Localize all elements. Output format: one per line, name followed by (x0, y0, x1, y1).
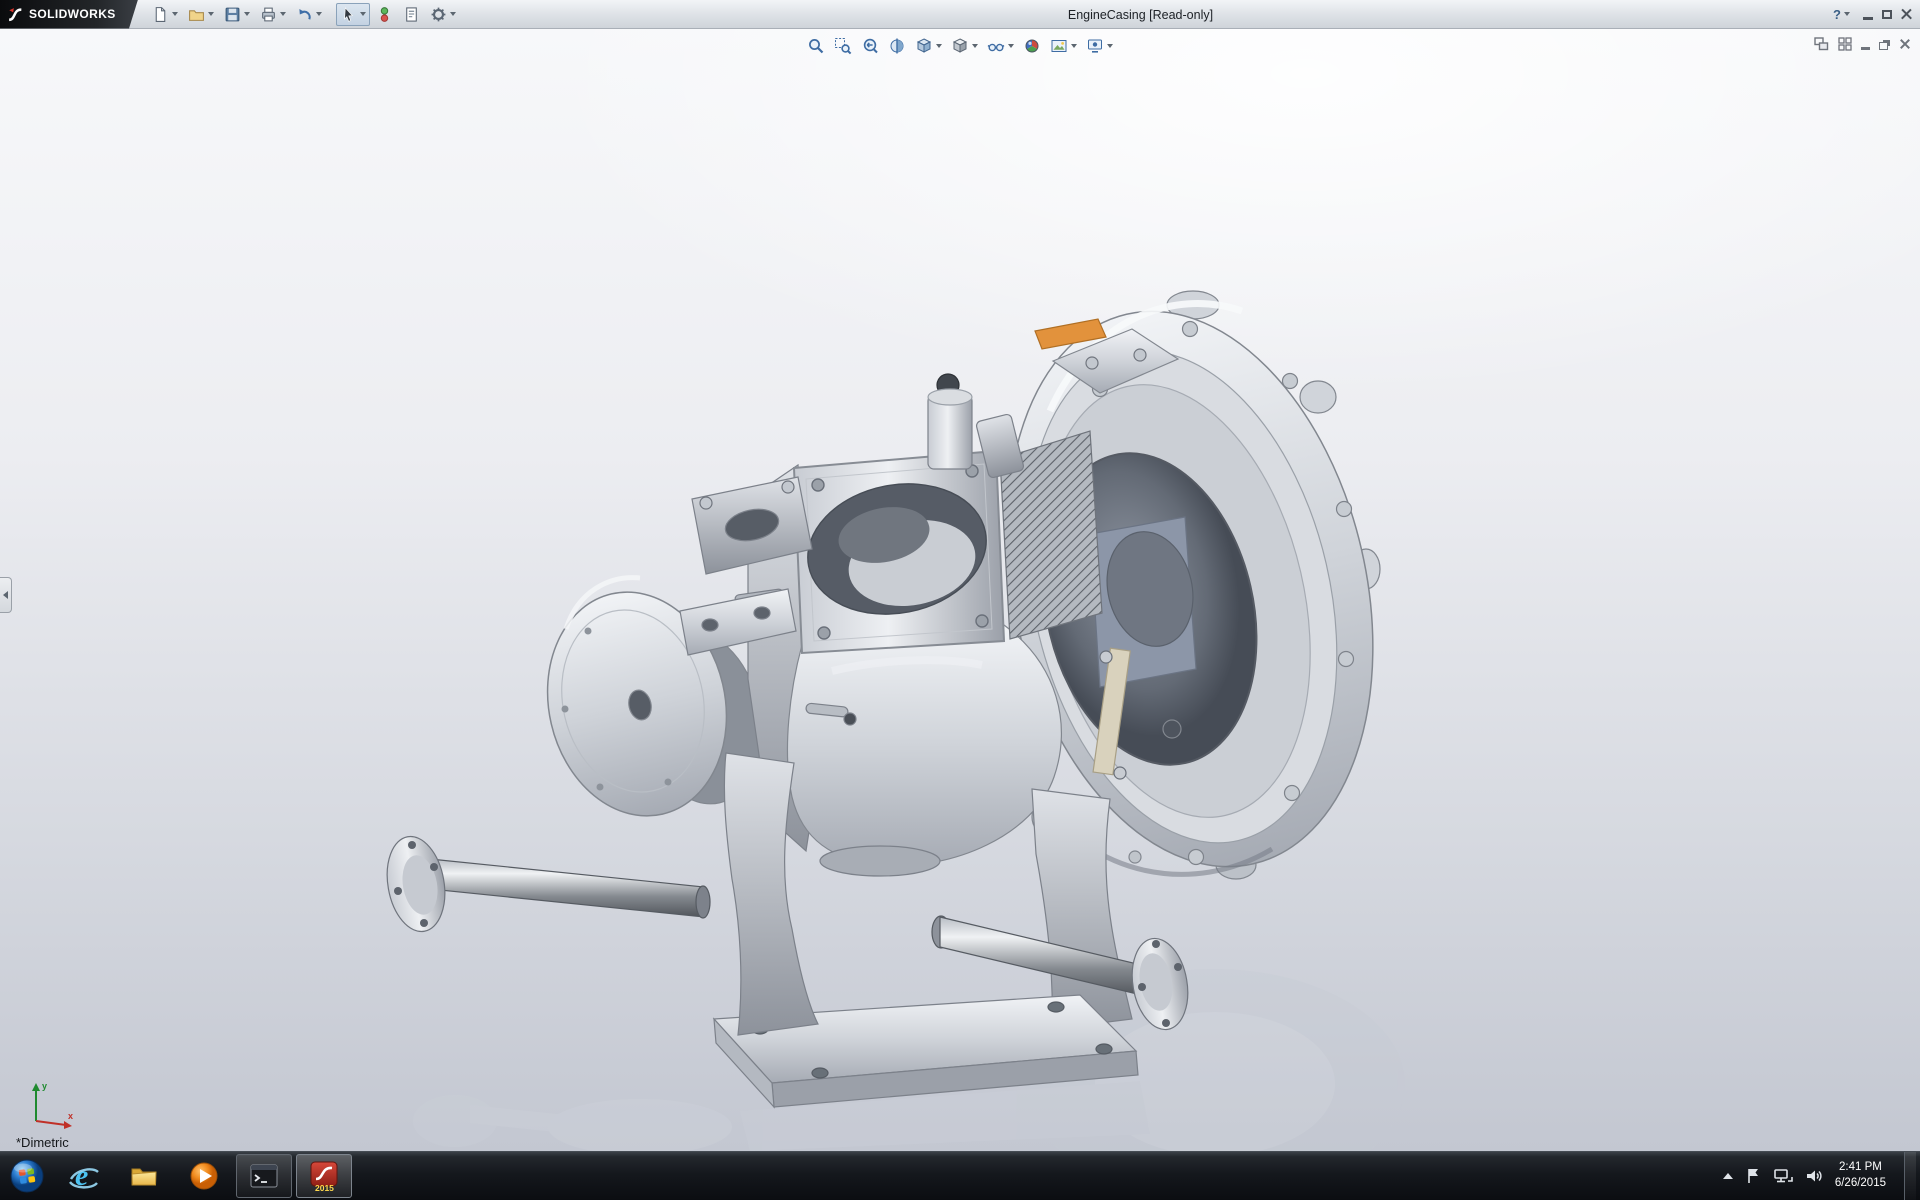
orientation-triad: y x (22, 1077, 80, 1135)
help-icon: ? (1833, 7, 1841, 22)
save-icon (224, 6, 241, 23)
network-icon[interactable] (1773, 1167, 1793, 1185)
command-prompt-icon (249, 1162, 279, 1190)
rebuild-icon (376, 6, 393, 23)
undo-icon (296, 6, 313, 23)
dropdown-caret-icon (1844, 12, 1850, 16)
close-button[interactable] (1901, 9, 1912, 20)
solidworks-app-icon: 2015 (308, 1160, 340, 1192)
media-player-icon (188, 1160, 220, 1192)
save-button[interactable] (220, 3, 254, 26)
clock-date: 6/26/2015 (1835, 1176, 1886, 1192)
dropdown-caret-icon (450, 12, 456, 16)
internet-explorer-icon: e (67, 1159, 101, 1193)
help-button[interactable]: ? (1829, 3, 1854, 26)
dropdown-caret-icon (244, 12, 250, 16)
windows-start-icon (8, 1157, 46, 1195)
engine-casing-model[interactable] (0, 29, 1920, 1151)
start-button[interactable] (6, 1155, 48, 1197)
screen: SOLIDWORKS (0, 0, 1920, 1200)
dropdown-caret-icon (280, 12, 286, 16)
show-desktop-button[interactable] (1904, 1152, 1916, 1200)
solidworks-logo: SOLIDWORKS (0, 0, 138, 29)
dropdown-caret-icon (208, 12, 214, 16)
minimize-button[interactable] (1863, 17, 1873, 20)
options-button[interactable] (426, 3, 460, 26)
intake-plate-part[interactable] (794, 451, 1004, 653)
options-gear-icon (430, 6, 447, 23)
rebuild-button[interactable] (372, 3, 397, 26)
taskbar-item-solidworks[interactable]: 2015 (296, 1154, 352, 1198)
taskbar-item-windows-explorer[interactable] (116, 1154, 172, 1198)
taskbar-clock[interactable]: 2:41 PM 6/26/2015 (1835, 1160, 1886, 1191)
chevron-left-icon (3, 591, 8, 599)
new-document-button[interactable] (148, 3, 182, 26)
clock-time: 2:41 PM (1835, 1160, 1886, 1176)
print-icon (260, 6, 277, 23)
dropdown-caret-icon (316, 12, 322, 16)
feature-tree-flyout-tab[interactable] (0, 577, 12, 613)
show-hidden-icons-button[interactable] (1723, 1173, 1733, 1179)
dropdown-caret-icon (360, 12, 366, 16)
print-button[interactable] (256, 3, 290, 26)
file-properties-icon (403, 6, 420, 23)
system-tray: 2:41 PM 6/26/2015 (1723, 1152, 1920, 1200)
front-shaft-part[interactable] (380, 832, 710, 936)
dropdown-caret-icon (172, 12, 178, 16)
taskbar-item-internet-explorer[interactable]: e (56, 1154, 112, 1198)
taskbar-item-command-prompt[interactable] (236, 1154, 292, 1198)
taskbar: e (0, 1151, 1920, 1200)
svg-text:2015: 2015 (315, 1183, 334, 1192)
select-tool-button[interactable] (336, 3, 370, 26)
triad-y-label: y (42, 1081, 47, 1091)
taskbar-item-media-player[interactable] (176, 1154, 232, 1198)
select-arrow-icon (340, 6, 357, 23)
action-center-icon[interactable] (1745, 1167, 1761, 1185)
window-controls: ? (1829, 3, 1920, 26)
titlebar: SOLIDWORKS (0, 0, 1920, 29)
view-orientation-label: *Dimetric (16, 1135, 69, 1150)
open-button[interactable] (184, 3, 218, 26)
volume-icon[interactable] (1805, 1167, 1823, 1185)
viewport-3d[interactable]: y x *Dimetric (0, 29, 1920, 1151)
triad-x-label: x (68, 1111, 73, 1121)
file-properties-button[interactable] (399, 3, 424, 26)
window-title: EngineCasing [Read-only] (1068, 0, 1213, 29)
standard-toolbar (148, 3, 460, 26)
open-folder-icon (188, 6, 205, 23)
maximize-button[interactable] (1882, 10, 1892, 19)
solidworks-logo-icon (7, 6, 24, 23)
new-document-icon (152, 6, 169, 23)
folder-icon (128, 1160, 160, 1192)
undo-button[interactable] (292, 3, 326, 26)
brand-text: SOLIDWORKS (29, 7, 116, 21)
